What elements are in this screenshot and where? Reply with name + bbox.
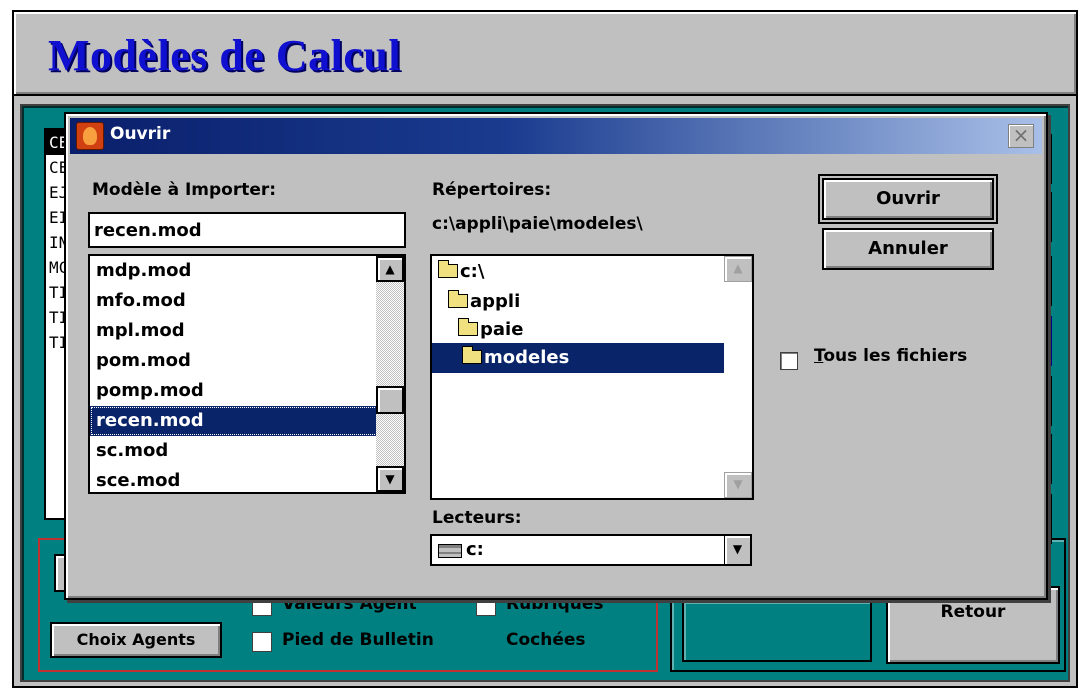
drives-label: Lecteurs: xyxy=(432,508,522,528)
file-list-item[interactable]: mdp.mod xyxy=(90,256,378,286)
directory-name: appli xyxy=(470,291,521,312)
all-files-label-text: ous les fichiers xyxy=(823,346,968,366)
folder-icon xyxy=(458,318,478,336)
file-list-item[interactable]: mpl.mod xyxy=(90,316,378,346)
scroll-up-arrow-icon[interactable]: ▲ xyxy=(724,256,752,282)
file-list-scrollbar[interactable]: ▲ ▼ xyxy=(376,256,404,492)
cancel-button[interactable]: Annuler xyxy=(822,228,994,270)
directories-label: Répertoires: xyxy=(432,180,552,200)
app-title: Modèles de Calcul xyxy=(48,31,402,80)
current-path: c:\appli\paie\modeles\ xyxy=(432,214,643,234)
drive-select[interactable]: c: ▼ xyxy=(430,534,752,566)
open-button[interactable]: Ouvrir xyxy=(818,174,998,224)
file-listbox[interactable]: mdp.mod mfo.mod mpl.mod pom.mod pomp.mod… xyxy=(88,254,406,494)
file-list-item[interactable]: pomp.mod xyxy=(90,376,378,406)
checked-label: Cochées xyxy=(506,630,586,650)
hard-drive-icon xyxy=(438,544,462,558)
directory-name: paie xyxy=(480,319,524,340)
directory-scrollbar[interactable]: ▲ ▼ xyxy=(724,256,752,498)
payslip-footer-checkbox[interactable] xyxy=(252,632,272,652)
payslip-footer-label: Pied de Bulletin xyxy=(282,630,434,650)
scroll-up-arrow-icon[interactable]: ▲ xyxy=(376,256,404,282)
chevron-down-icon[interactable]: ▼ xyxy=(724,536,750,564)
close-button[interactable]: × xyxy=(1008,124,1034,148)
scroll-thumb[interactable] xyxy=(376,386,404,414)
dialog-title: Ouvrir xyxy=(110,124,171,144)
choose-agents-button[interactable]: Choix Agents xyxy=(50,622,222,658)
drive-value: c: xyxy=(466,539,484,560)
file-list-item-selected[interactable]: recen.mod xyxy=(90,406,378,436)
folder-icon xyxy=(448,290,468,308)
status-box xyxy=(682,600,872,662)
app-fox-icon[interactable] xyxy=(76,122,104,150)
scroll-down-arrow-icon[interactable]: ▼ xyxy=(376,466,404,492)
folder-icon xyxy=(462,346,482,364)
folder-icon xyxy=(438,260,458,278)
directory-tree[interactable]: c:\ appli paie modeles ▲ ▼ xyxy=(430,254,754,500)
file-list-item[interactable]: mfo.mod xyxy=(90,286,378,316)
open-dialog: Ouvrir × Modèle à Importer: recen.mod md… xyxy=(64,112,1048,600)
scroll-down-arrow-icon[interactable]: ▼ xyxy=(724,472,752,498)
directory-item-selected[interactable]: modeles xyxy=(462,344,569,372)
directory-item[interactable]: paie xyxy=(458,316,523,344)
file-list-item[interactable]: pom.mod xyxy=(90,346,378,376)
all-files-checkbox[interactable] xyxy=(780,352,798,370)
directory-name: modeles xyxy=(484,347,570,368)
title-panel: Modèles de Calcul xyxy=(14,12,1076,96)
dialog-titlebar[interactable]: Ouvrir × xyxy=(70,118,1042,154)
file-list-item[interactable]: sce.mod xyxy=(90,466,378,492)
model-to-import-label: Modèle à Importer: xyxy=(92,180,277,200)
directory-item[interactable]: c:\ xyxy=(438,258,484,286)
directory-name: c:\ xyxy=(460,261,485,282)
close-icon: × xyxy=(1012,123,1030,147)
filename-input[interactable]: recen.mod xyxy=(88,212,406,248)
all-files-mnemonic: T xyxy=(814,346,824,366)
all-files-label[interactable]: Tous les fichiers xyxy=(814,346,967,366)
directory-item[interactable]: appli xyxy=(448,288,520,316)
file-list-item[interactable]: sc.mod xyxy=(90,436,378,466)
